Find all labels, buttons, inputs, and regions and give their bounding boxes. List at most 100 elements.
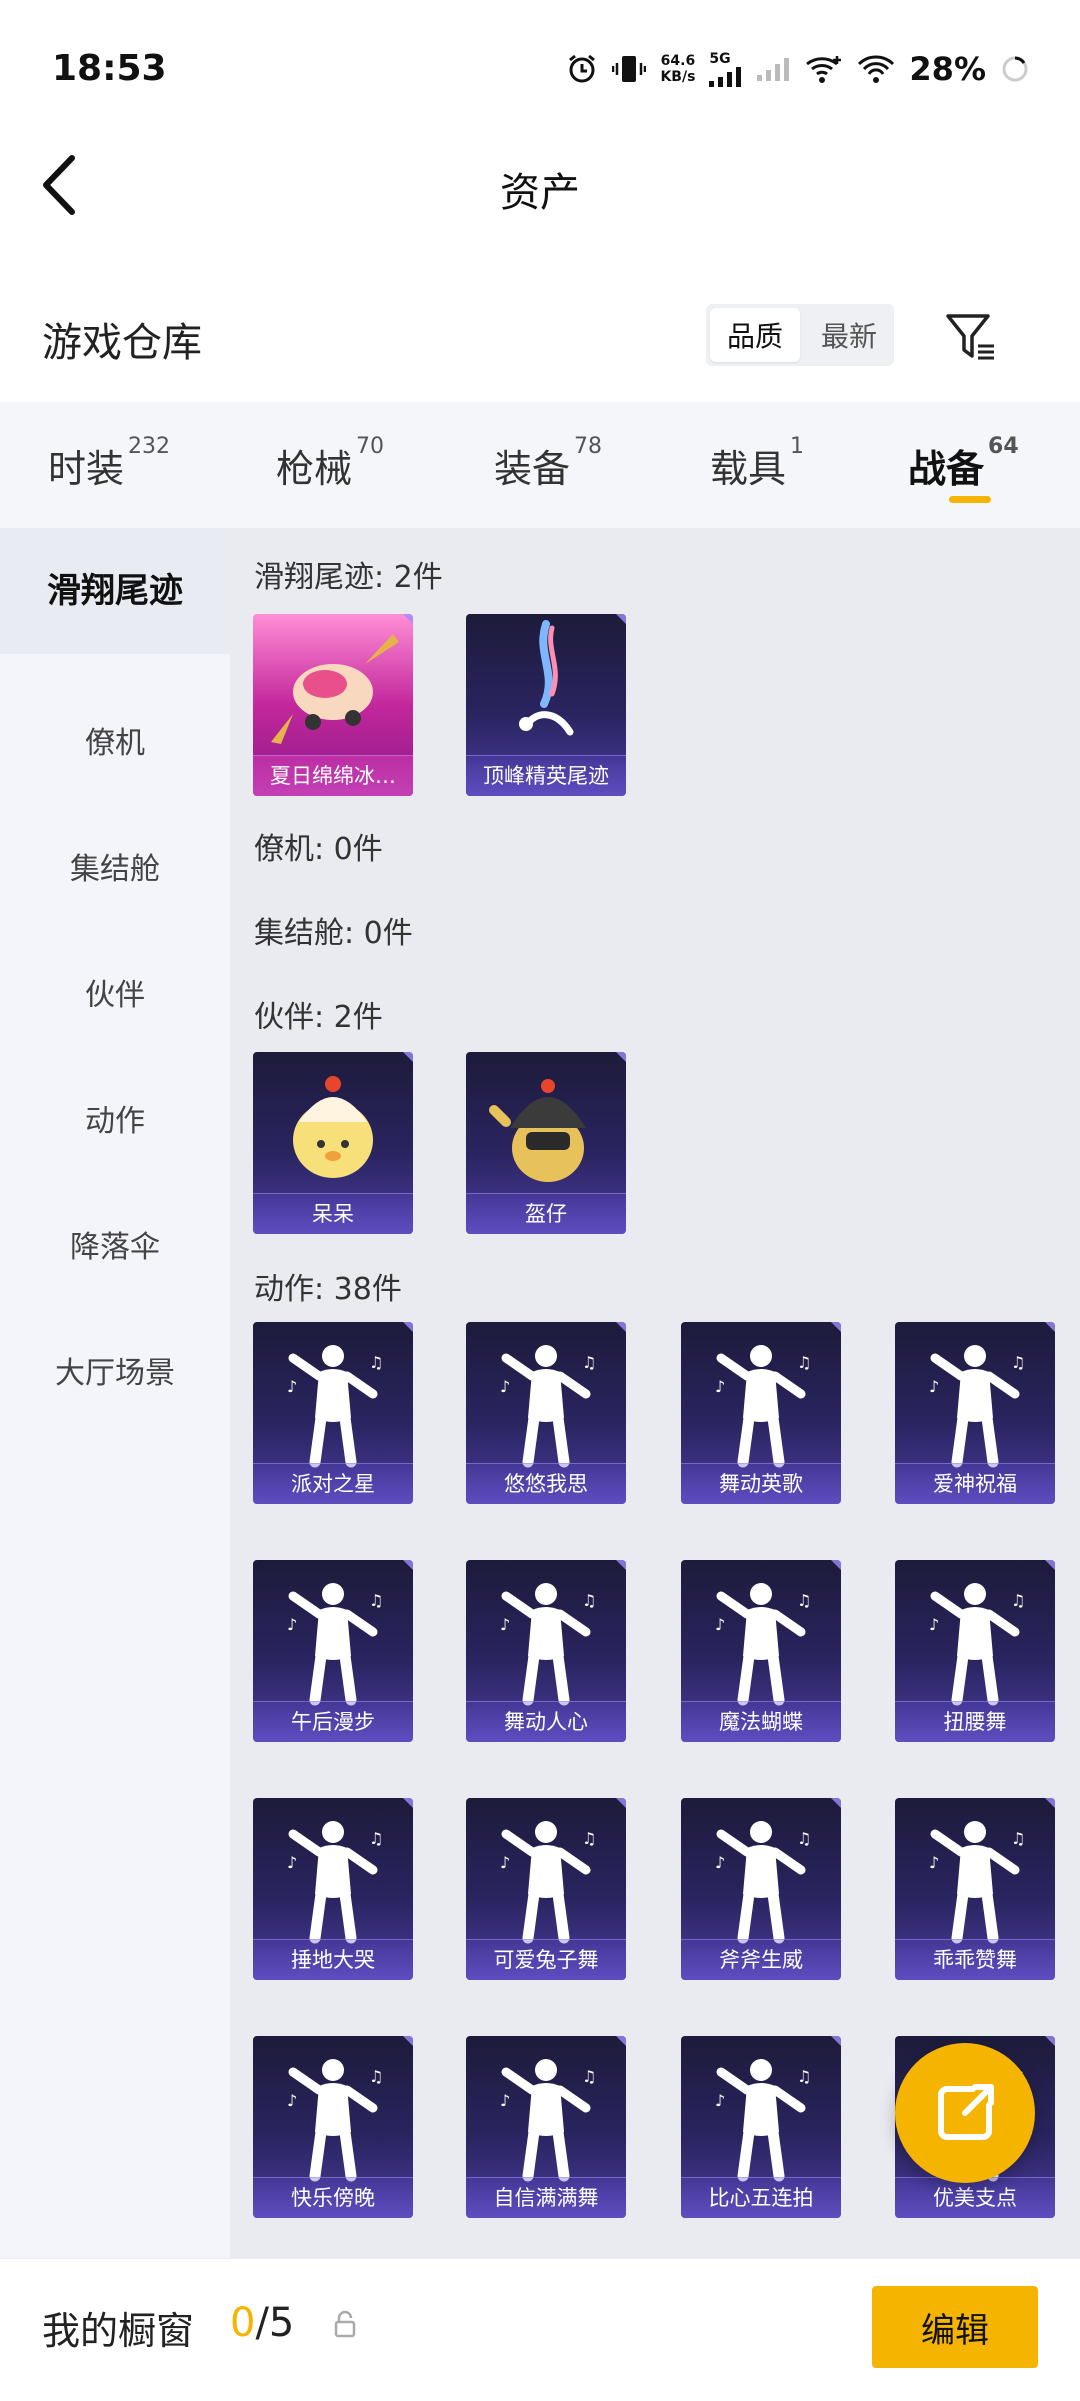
item-card-label: 爱神祝福 <box>895 1463 1055 1504</box>
item-card[interactable]: 顶峰精英尾迹 <box>466 614 626 796</box>
item-card[interactable]: ♪ ♫ 魔法蝴蝶 <box>681 1560 841 1742</box>
item-card-label: 呆呆 <box>253 1193 413 1234</box>
svg-text:♪: ♪ <box>500 2091 510 2110</box>
net-speed: 64.6 KB/s <box>660 53 696 85</box>
dancer-silhouette-art: ♪♫ <box>715 1583 811 1706</box>
glide-trail-art <box>271 634 399 744</box>
svg-text:♫: ♫ <box>1011 1353 1025 1372</box>
sidebar-item-lobby-scene[interactable]: 大厅场景 <box>0 1348 230 1392</box>
item-card[interactable]: ♪ ♫ 斧斧生威 <box>681 1798 841 1980</box>
sort-quality-button[interactable]: 品质 <box>710 308 800 362</box>
svg-text:♫: ♫ <box>797 1829 811 1848</box>
dancer-silhouette-art: ♪♫ <box>287 1821 383 1944</box>
sidebar-item-rally-pod[interactable]: 集结舱 <box>0 844 230 888</box>
alarm-icon <box>569 54 596 83</box>
item-card[interactable]: ♪ ♫ 快乐傍晚 <box>253 2036 413 2218</box>
wifi-icon <box>858 55 895 83</box>
item-card[interactable]: 夏日绵绵冰… <box>253 614 413 796</box>
section-title-emote: 动作: 38件 <box>254 1272 402 1307</box>
tab-vehicles[interactable]: 载具1 <box>710 434 804 493</box>
item-card[interactable]: ♪ ♫ 乖乖赞舞 <box>895 1798 1055 1980</box>
svg-text:♫: ♫ <box>1011 1829 1025 1848</box>
item-card-label: 自信满满舞 <box>466 2177 626 2218</box>
svg-text:♫: ♫ <box>369 1829 383 1848</box>
svg-text:♪: ♪ <box>500 1615 510 1634</box>
section-title-wingman: 僚机: 0件 <box>254 832 383 867</box>
item-card[interactable]: ♪ ♫ 舞动英歌 <box>681 1322 841 1504</box>
sidebar-item-wingman[interactable]: 僚机 <box>0 718 230 762</box>
svg-text:♫: ♫ <box>369 1591 383 1610</box>
svg-text:♪: ♪ <box>715 2091 725 2110</box>
dancer-silhouette-art: ♪♫ <box>715 1821 811 1944</box>
item-card-label: 舞动英歌 <box>681 1463 841 1504</box>
item-card[interactable]: ♪ ♫ 自信满满舞 <box>466 2036 626 2218</box>
card-corner <box>403 614 413 624</box>
edit-button[interactable]: 编辑 <box>872 2286 1038 2368</box>
dancer-silhouette-art: ♪♫ <box>715 1345 811 1468</box>
item-card[interactable]: ♪ ♫ 捶地大哭 <box>253 1798 413 1980</box>
item-card[interactable]: ♪ ♫ 舞动人心 <box>466 1560 626 1742</box>
tab-battle-gear[interactable]: 战备64 <box>908 434 1019 493</box>
item-card[interactable]: ♪ ♫ 比心五连拍 <box>681 2036 841 2218</box>
card-corner <box>1045 1560 1055 1570</box>
item-card[interactable]: 盔仔 <box>466 1052 626 1234</box>
sidebar-item-companion[interactable]: 伙伴 <box>0 970 230 1014</box>
status-time: 18:53 <box>52 48 167 89</box>
svg-text:♪: ♪ <box>929 1853 939 1872</box>
status-icons: 64.6 KB/s 5G 28% <box>566 50 1030 88</box>
dancer-silhouette-art: ♪♫ <box>287 2059 383 2182</box>
svg-text:♫: ♫ <box>582 1353 596 1372</box>
svg-text:♫: ♫ <box>1011 1591 1025 1610</box>
vibrate-icon <box>612 56 647 82</box>
wifi-plus-icon <box>806 56 842 83</box>
card-corner <box>1045 2036 1055 2046</box>
item-card[interactable]: ♪ ♫ 悠悠我思 <box>466 1322 626 1504</box>
card-corner <box>831 1322 841 1332</box>
item-card-label: 派对之星 <box>253 1463 413 1504</box>
sort-newest-button[interactable]: 最新 <box>804 304 894 366</box>
svg-text:♪: ♪ <box>287 1377 297 1396</box>
dancer-silhouette-art: ♪♫ <box>929 1345 1025 1468</box>
sidebar-item-glide-trail[interactable]: 滑翔尾迹 <box>0 528 230 654</box>
svg-text:♫: ♫ <box>582 1829 596 1848</box>
item-card[interactable]: 呆呆 <box>253 1052 413 1234</box>
dancer-silhouette-art: ♪♫ <box>500 1345 596 1468</box>
tab-fashion[interactable]: 时装232 <box>48 434 170 493</box>
battery-ring-icon <box>1002 56 1028 82</box>
tab-equipment[interactable]: 装备78 <box>494 434 602 493</box>
filter-icon[interactable] <box>944 310 1000 366</box>
dancer-silhouette-art: ♪♫ <box>287 1345 383 1468</box>
item-card-label: 比心五连拍 <box>681 2177 841 2218</box>
svg-text:♫: ♫ <box>369 2067 383 2086</box>
item-card-label: 午后漫步 <box>253 1701 413 1742</box>
svg-text:♪: ♪ <box>929 1615 939 1634</box>
item-card[interactable]: ♪ ♫ 扭腰舞 <box>895 1560 1055 1742</box>
battery-percent: 28% <box>909 50 986 88</box>
card-corner <box>616 2036 626 2046</box>
card-corner <box>831 1560 841 1570</box>
signal-5g: 5G <box>709 51 743 87</box>
sidebar-item-emote[interactable]: 动作 <box>0 1096 230 1140</box>
card-corner <box>403 2036 413 2046</box>
svg-text:♪: ♪ <box>715 1377 725 1396</box>
sidebar-item-parachute[interactable]: 降落伞 <box>0 1222 230 1266</box>
tab-firearms[interactable]: 枪械70 <box>276 434 384 493</box>
svg-text:♫: ♫ <box>797 1353 811 1372</box>
item-card[interactable]: ♪ ♫ 爱神祝福 <box>895 1322 1055 1504</box>
item-card-label: 快乐傍晚 <box>253 2177 413 2218</box>
svg-text:♫: ♫ <box>369 1353 383 1372</box>
showcase-count: 0/5 <box>230 2300 295 2346</box>
svg-text:♫: ♫ <box>797 1591 811 1610</box>
item-card-label: 悠悠我思 <box>466 1463 626 1504</box>
item-card[interactable]: ♪ ♫ 派对之星 <box>253 1322 413 1504</box>
svg-text:♪: ♪ <box>715 1853 725 1872</box>
dancer-silhouette-art: ♪♫ <box>500 2059 596 2182</box>
signal-weak-icon <box>757 58 790 81</box>
share-fab[interactable] <box>895 2043 1035 2183</box>
svg-text:♪: ♪ <box>287 2091 297 2110</box>
card-corner <box>831 1798 841 1808</box>
item-card[interactable]: ♪ ♫ 可爱兔子舞 <box>466 1798 626 1980</box>
item-card[interactable]: ♪ ♫ 午后漫步 <box>253 1560 413 1742</box>
item-card-label: 魔法蝴蝶 <box>681 1701 841 1742</box>
dancer-silhouette-art: ♪♫ <box>500 1821 596 1944</box>
